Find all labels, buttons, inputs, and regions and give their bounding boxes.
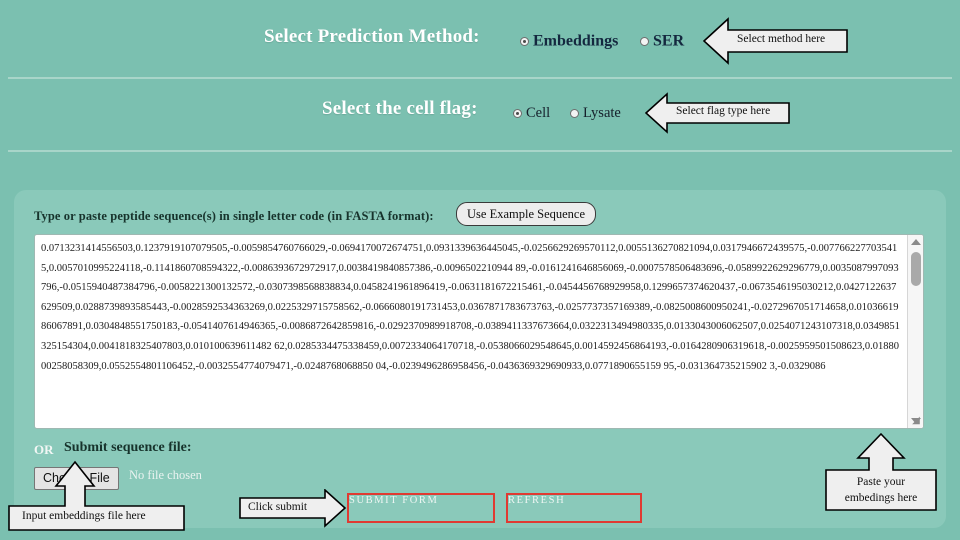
radio-lysate-indicator[interactable] xyxy=(570,108,579,118)
radio-embeddings-label: Embeddings xyxy=(533,32,619,50)
callout-paste-embeddings-line1: Paste your xyxy=(856,476,906,488)
radio-lysate-label: Lysate xyxy=(583,104,621,121)
radio-option-cell[interactable]: Cell xyxy=(513,104,550,122)
callout-select-method-text: Select method here xyxy=(737,33,826,45)
radio-option-lysate[interactable]: Lysate xyxy=(570,104,621,122)
sequence-textarea-scrollbar[interactable] xyxy=(907,235,923,428)
cell-flag-title: Select the cell flag: xyxy=(322,98,478,119)
use-example-sequence-button[interactable]: Use Example Sequence xyxy=(456,202,597,226)
refresh-button[interactable]: REFRESH xyxy=(506,493,642,523)
callout-click-submit: Click submit xyxy=(239,489,347,529)
callout-paste-embeddings-line2: embedings here xyxy=(844,492,918,504)
prediction-method-title: Select Prediction Method: xyxy=(264,26,480,47)
callout-select-method: Select method here xyxy=(703,17,848,65)
sequence-textarea[interactable] xyxy=(35,235,907,428)
callout-paste-embeddings: Paste your embedings here xyxy=(824,432,938,512)
scrollbar-thumb[interactable] xyxy=(911,252,921,286)
radio-cell-indicator[interactable] xyxy=(513,108,522,118)
callout-click-submit-text: Click submit xyxy=(248,501,308,513)
callout-select-flag: Select flag type here xyxy=(645,92,790,134)
callout-select-flag-text: Select flag type here xyxy=(676,105,771,117)
callout-input-embeddings-file: Input embeddings file here xyxy=(8,460,186,532)
submit-form-button[interactable]: SUBMIT FORM xyxy=(347,493,495,523)
scroll-up-arrow-icon[interactable] xyxy=(908,235,923,249)
radio-option-ser[interactable]: SER xyxy=(640,32,684,50)
radio-embeddings-indicator[interactable] xyxy=(520,36,529,46)
radio-ser-indicator[interactable] xyxy=(640,36,649,46)
callout-input-embeddings-file-text: Input embeddings file here xyxy=(22,510,146,522)
divider-top xyxy=(8,77,952,79)
radio-option-embeddings[interactable]: Embeddings xyxy=(520,32,618,50)
sequence-textarea-wrapper: ◢ xyxy=(34,234,924,429)
or-separator-label: OR xyxy=(34,442,54,457)
submit-sequence-file-label: Submit sequence file: xyxy=(64,440,192,455)
resize-grip-icon[interactable]: ◢ xyxy=(910,415,922,427)
radio-ser-label: SER xyxy=(653,32,685,50)
radio-cell-label: Cell xyxy=(526,104,551,121)
sequence-input-label: Type or paste peptide sequence(s) in sin… xyxy=(34,209,434,223)
cell-flag-row: Select the cell flag: Cell Lysate xyxy=(0,98,960,130)
divider-middle xyxy=(8,150,952,152)
